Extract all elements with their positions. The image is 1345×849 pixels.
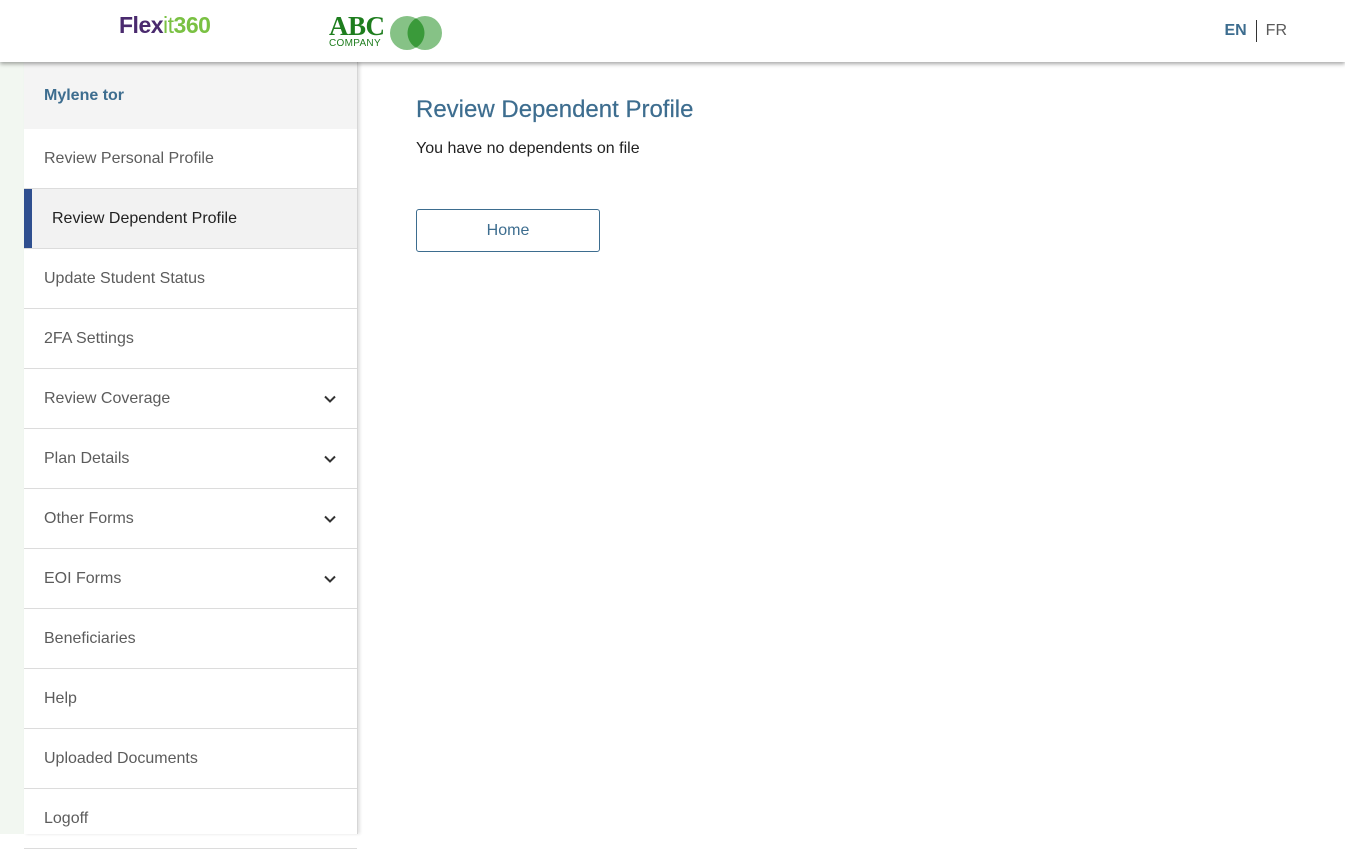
abc-company-logo: ABC COMPANY xyxy=(329,11,449,53)
sidebar-item-label: Help xyxy=(44,689,77,707)
sidebar-item-label: Logoff xyxy=(44,809,89,827)
sidebar-item-review-dependent-profile[interactable]: Review Dependent Profile xyxy=(24,189,357,249)
chevron-down-icon[interactable] xyxy=(323,512,337,526)
sidebar-item-label: EOI Forms xyxy=(44,569,122,587)
home-button[interactable]: Home xyxy=(416,209,600,252)
sidebar-item-label: Review Personal Profile xyxy=(44,149,214,167)
brand-part-1: Flex xyxy=(119,12,164,38)
company-circles-icon xyxy=(390,16,442,50)
sidebar-item-uploaded-documents[interactable]: Uploaded Documents xyxy=(24,729,357,789)
chevron-down-icon[interactable] xyxy=(323,392,337,406)
brand-part-3: 360 xyxy=(173,12,211,38)
lang-fr-link[interactable]: FR xyxy=(1257,22,1287,40)
company-logo-company: COMPANY xyxy=(329,38,381,49)
sidebar-item-other-forms[interactable]: Other Forms xyxy=(24,489,357,549)
sidebar-item-review-coverage[interactable]: Review Coverage xyxy=(24,369,357,429)
sidebar-item-label: Update Student Status xyxy=(44,269,205,287)
sidebar-item-label: Beneficiaries xyxy=(44,629,136,647)
sidebar: Mylene tor Review Personal Profile Revie… xyxy=(24,62,358,849)
main-content: Review Dependent Profile You have no dep… xyxy=(416,62,1316,252)
sidebar-item-label: Review Coverage xyxy=(44,389,171,407)
sidebar-item-label: Review Dependent Profile xyxy=(52,209,237,227)
sidebar-item-label: Plan Details xyxy=(44,449,130,467)
left-edge-strip xyxy=(0,62,24,834)
sidebar-item-label: Other Forms xyxy=(44,509,134,527)
chevron-down-icon[interactable] xyxy=(323,452,337,466)
sidebar-item-label: Uploaded Documents xyxy=(44,749,198,767)
lang-en-link[interactable]: EN xyxy=(1224,22,1255,40)
sidebar-item-label: 2FA Settings xyxy=(44,329,134,347)
brand-part-2: it xyxy=(163,12,174,38)
company-logo-abc: ABC xyxy=(329,11,385,41)
sidebar-user-name: Mylene tor xyxy=(24,62,357,129)
language-switcher: EN FR xyxy=(1224,20,1287,42)
page-title: Review Dependent Profile xyxy=(416,96,694,123)
sidebar-item-logoff[interactable]: Logoff xyxy=(24,789,357,849)
sidebar-item-update-student-status[interactable]: Update Student Status xyxy=(24,249,357,309)
sidebar-item-plan-details[interactable]: Plan Details xyxy=(24,429,357,489)
sidebar-item-review-personal-profile[interactable]: Review Personal Profile xyxy=(24,129,357,189)
sidebar-item-eoi-forms[interactable]: EOI Forms xyxy=(24,549,357,609)
sidebar-item-beneficiaries[interactable]: Beneficiaries xyxy=(24,609,357,669)
header: Flexit360 ABC COMPANY EN FR xyxy=(0,0,1345,62)
sidebar-item-help[interactable]: Help xyxy=(24,669,357,729)
sidebar-item-2fa-settings[interactable]: 2FA Settings xyxy=(24,309,357,369)
no-dependents-message: You have no dependents on file xyxy=(416,140,640,157)
flexit360-logo[interactable]: Flexit360 xyxy=(119,12,211,38)
chevron-down-icon[interactable] xyxy=(323,572,337,586)
